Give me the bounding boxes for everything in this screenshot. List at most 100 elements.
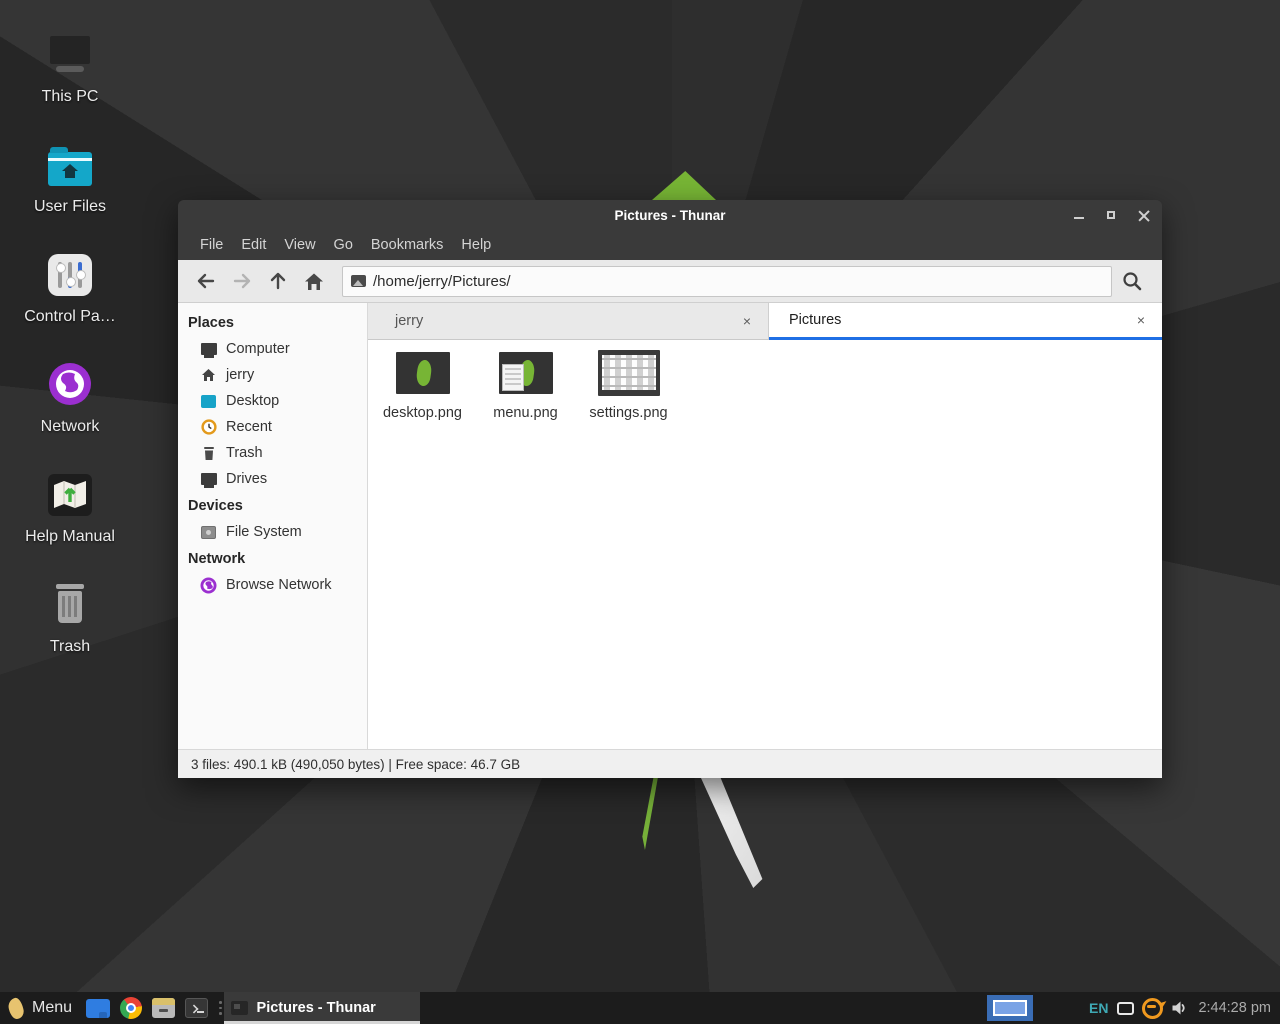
home-folder-icon [48, 152, 92, 186]
file-settings-png[interactable]: settings.png [579, 348, 678, 421]
menu-button[interactable]: Menu [32, 999, 72, 1017]
tab-close-icon[interactable]: × [738, 312, 756, 330]
sidebar-item-browse-network[interactable]: Browse Network [178, 572, 367, 598]
file-menu-png[interactable]: menu.png [476, 348, 575, 421]
task-button-thunar[interactable]: Pictures - Thunar [224, 992, 420, 1024]
sidebar-item-recent[interactable]: Recent [178, 414, 367, 440]
drawer-icon [152, 998, 175, 1018]
sliders-icon [48, 254, 92, 296]
desktop-icon-label: Control Pa… [24, 308, 116, 326]
maximize-button[interactable] [1102, 206, 1120, 224]
forward-arrow-icon [232, 272, 252, 290]
clock[interactable]: 2:44:28 pm [1198, 1000, 1271, 1016]
desktop-icon-label: Help Manual [25, 528, 115, 546]
desktop-icon-help-manual[interactable]: Help Manual [18, 462, 122, 572]
tab-close-icon[interactable]: × [1132, 311, 1150, 329]
desktop-icon-trash[interactable]: Trash [18, 572, 122, 682]
toolbar: /home/jerry/Pictures/ [178, 260, 1162, 303]
map-icon [48, 474, 92, 516]
mint-menu-icon[interactable] [7, 996, 26, 1020]
home-icon [304, 272, 324, 291]
chrome-icon [120, 997, 142, 1019]
sidebar-item-jerry[interactable]: jerry [178, 362, 367, 388]
file-name: settings.png [589, 405, 667, 421]
sidebar-item-label: Desktop [226, 393, 279, 409]
keyboard-layout-indicator[interactable]: EN [1089, 1000, 1108, 1016]
image-icon [351, 275, 366, 287]
sidebar-header-places: Places [178, 309, 367, 336]
search-icon [1121, 270, 1143, 292]
terminal-launcher[interactable] [185, 998, 208, 1018]
thunar-window: Pictures - Thunar File Edit View Go Book… [178, 200, 1162, 778]
sidebar-item-trash[interactable]: Trash [178, 440, 367, 466]
menu-bar: File Edit View Go Bookmarks Help [178, 230, 1162, 260]
globe-icon [200, 577, 217, 594]
file-name: menu.png [493, 405, 558, 421]
sidebar-item-label: Browse Network [226, 577, 332, 593]
menu-file[interactable]: File [191, 233, 232, 257]
sidebar-item-label: jerry [226, 367, 254, 383]
sidebar-item-label: Computer [226, 341, 290, 357]
globe-icon [48, 362, 92, 406]
status-text: 3 files: 490.1 kB (490,050 bytes) | Free… [191, 757, 520, 772]
computer-icon [200, 341, 217, 358]
sidebar-item-desktop[interactable]: Desktop [178, 388, 367, 414]
image-thumbnail [396, 352, 450, 394]
chrome-launcher[interactable] [120, 997, 142, 1019]
window-titlebar[interactable]: Pictures - Thunar [178, 200, 1162, 230]
desktop-icon-control-panel[interactable]: Control Pa… [18, 242, 122, 352]
up-arrow-icon [269, 271, 287, 291]
desktop-icon-label: Trash [50, 638, 90, 656]
taskbar-grip-handle[interactable] [219, 1001, 222, 1015]
back-button[interactable] [188, 266, 224, 297]
up-button[interactable] [260, 266, 296, 297]
desktop-icon-this-pc[interactable]: This PC [18, 22, 122, 132]
search-button[interactable] [1112, 266, 1152, 297]
workspace-1[interactable] [993, 1000, 1027, 1016]
tab-label: jerry [395, 313, 738, 329]
files-icon [86, 999, 110, 1018]
sidebar-item-label: File System [226, 524, 302, 540]
close-button[interactable] [1134, 206, 1152, 224]
sidebar-item-computer[interactable]: Computer [178, 336, 367, 362]
sidebar-header-devices: Devices [178, 492, 367, 519]
menu-help[interactable]: Help [452, 233, 500, 257]
file-list: desktop.png menu.png settings.png [368, 340, 1162, 749]
sidebar-item-drives[interactable]: Drives [178, 466, 367, 492]
sidebar-item-label: Trash [226, 445, 263, 461]
menu-view[interactable]: View [275, 233, 324, 257]
menu-bookmarks[interactable]: Bookmarks [362, 233, 453, 257]
desktop-icon-label: User Files [34, 198, 106, 216]
tab-bar: jerry × Pictures × [368, 303, 1162, 340]
desktop-icon-user-files[interactable]: User Files [18, 132, 122, 242]
clock-icon [200, 419, 217, 436]
minimize-icon [1074, 217, 1084, 219]
location-bar[interactable]: /home/jerry/Pictures/ [342, 266, 1112, 297]
sidebar: Places Computer jerry Desktop Recent [178, 303, 368, 749]
trash-icon [51, 584, 89, 626]
menu-go[interactable]: Go [325, 233, 362, 257]
desktop-icon-network[interactable]: Network [18, 352, 122, 462]
computer-icon [47, 36, 93, 76]
minimize-button[interactable] [1070, 206, 1088, 224]
menu-edit[interactable]: Edit [232, 233, 275, 257]
archive-launcher[interactable] [152, 998, 175, 1018]
desktop-icon-label: This PC [42, 88, 99, 106]
workspace-switcher[interactable] [987, 995, 1033, 1021]
window-title: Pictures - Thunar [178, 208, 1162, 223]
status-bar: 3 files: 490.1 kB (490,050 bytes) | Free… [178, 749, 1162, 778]
file-desktop-png[interactable]: desktop.png [373, 348, 472, 421]
update-manager-icon[interactable] [1142, 998, 1163, 1019]
tab-pictures[interactable]: Pictures × [769, 303, 1162, 340]
sidebar-header-network: Network [178, 545, 367, 572]
file-manager-launcher[interactable] [86, 999, 110, 1018]
back-arrow-icon [196, 272, 216, 290]
home-button[interactable] [296, 266, 332, 297]
display-tray-icon[interactable] [1117, 1002, 1134, 1015]
sidebar-item-file-system[interactable]: File System [178, 519, 367, 545]
volume-icon[interactable] [1171, 1000, 1188, 1016]
forward-button[interactable] [224, 266, 260, 297]
location-path: /home/jerry/Pictures/ [373, 273, 511, 290]
tab-jerry[interactable]: jerry × [368, 303, 769, 340]
image-window-icon [231, 1001, 248, 1015]
